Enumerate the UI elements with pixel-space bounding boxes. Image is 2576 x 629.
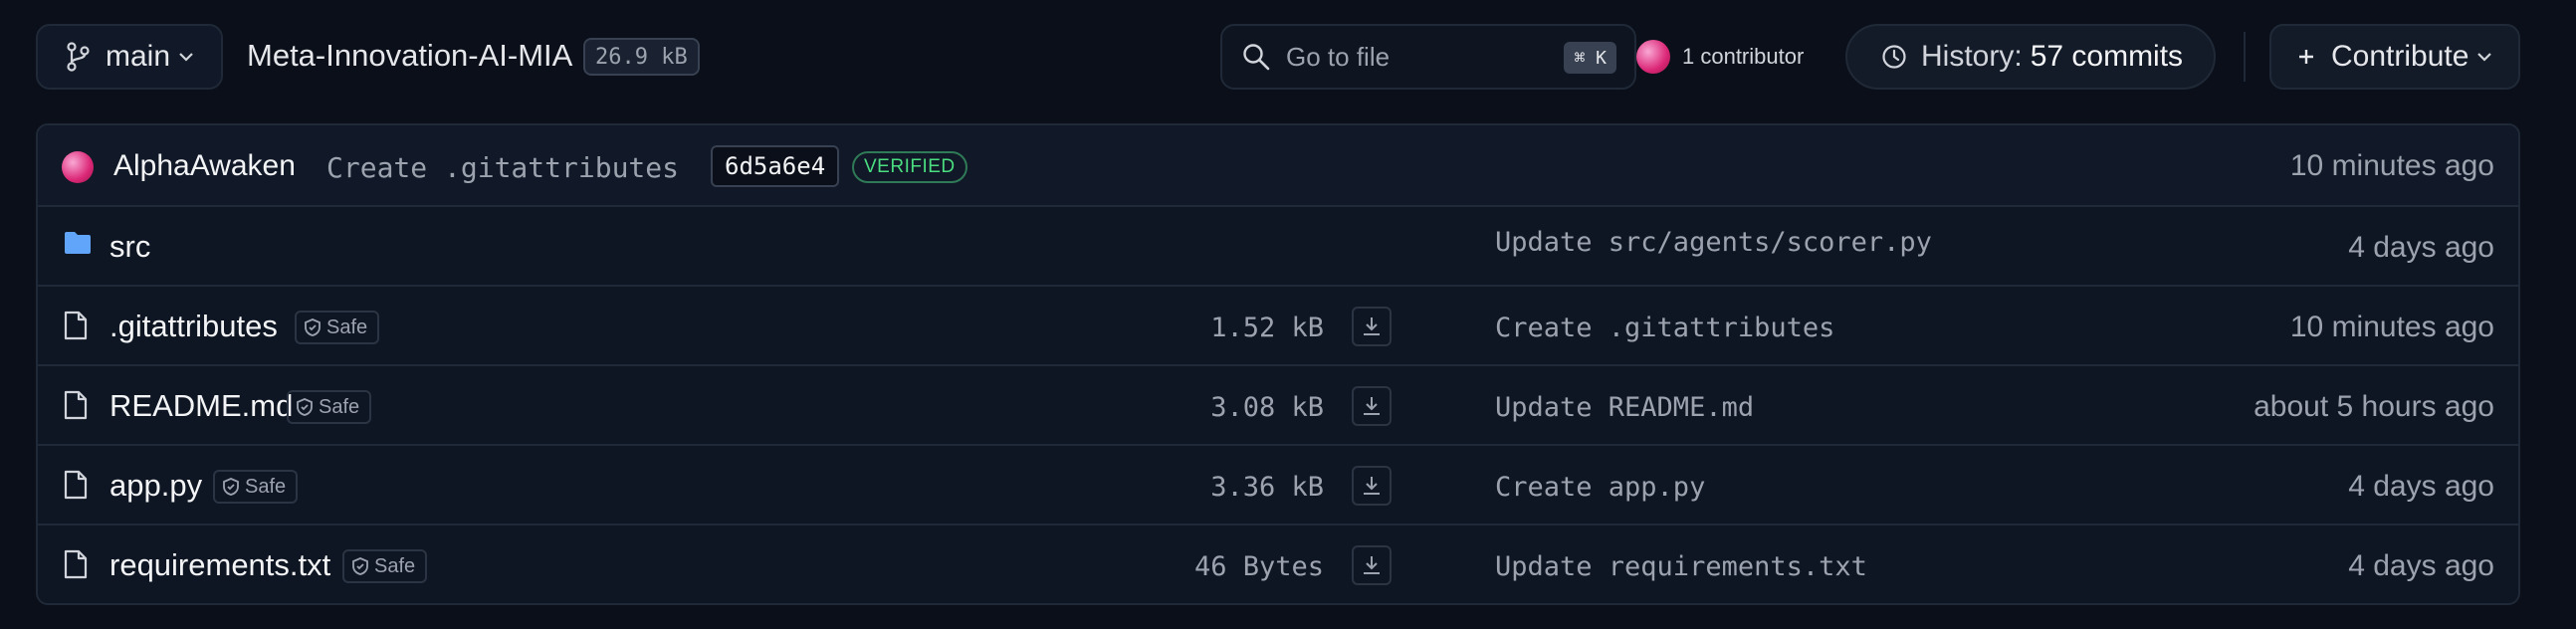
file-name[interactable]: README.md [109,388,293,424]
file-commit-message[interactable]: Update src/agents/scorer.py [1495,227,1932,258]
clock-icon [1882,45,1906,69]
file-size: 1.52 kB [1210,313,1324,343]
search-icon [1243,44,1270,71]
file-icon [64,470,88,500]
commit-time: 10 minutes ago [2289,149,2494,182]
chevron-down-icon [2477,53,2492,62]
repo-name: Meta-Innovation-AI-MIA [247,38,573,73]
safe-badge[interactable]: Safe [213,470,299,504]
download-icon [1364,317,1380,335]
safe-badge[interactable]: Safe [342,549,428,583]
contribute-label: Contribute [2331,40,2469,73]
go-to-file-search[interactable]: Go to file ⌘ K [1220,24,1636,90]
download-button[interactable] [1352,307,1392,346]
plus-icon [2299,50,2313,64]
safe-label: Safe [374,554,416,577]
author-avatar[interactable] [62,151,94,183]
file-size: 3.36 kB [1210,472,1324,503]
file-commit-time: about 5 hours ago [2254,390,2494,423]
file-size: 3.08 kB [1210,392,1324,423]
folder-name[interactable]: src [109,229,150,265]
commit-sha[interactable]: 6d5a6e4 [711,145,840,187]
file-commit-message[interactable]: Update README.md [1495,392,1754,423]
download-icon [1364,556,1380,574]
branch-selector[interactable]: main [36,24,223,90]
shield-icon [223,478,239,496]
toolbar-divider [2244,32,2246,82]
shield-icon [297,398,313,416]
table-row[interactable]: requirements.txt Safe 46 Bytes Update re… [38,525,2518,603]
keyboard-shortcut-badge: ⌘ K [1564,42,1616,74]
shield-icon [305,318,321,336]
chevron-down-icon [179,53,193,62]
download-button[interactable] [1352,545,1392,585]
branch-name: main [106,40,171,73]
history-button[interactable]: History: 57 commits [1845,24,2216,90]
file-commit-time: 4 days ago [2348,549,2494,582]
table-row[interactable]: .gitattributes Safe 1.52 kB Create .gita… [38,287,2518,366]
download-icon [1364,477,1380,495]
git-branch-icon [67,42,90,72]
search-placeholder: Go to file [1286,41,1391,72]
file-name[interactable]: .gitattributes [109,309,278,344]
download-icon [1364,397,1380,415]
commit-author[interactable]: AlphaAwaken [113,149,296,183]
safe-label: Safe [326,315,368,338]
commit-message[interactable]: Create .gitattributes [326,151,679,184]
download-button[interactable] [1352,466,1392,506]
file-commit-time: 10 minutes ago [2289,311,2494,343]
table-row[interactable]: app.py Safe 3.36 kB Create app.py 4 days… [38,446,2518,525]
last-commit-row: AlphaAwaken Create .gitattributes 6d5a6e… [38,125,2518,207]
file-icon [64,549,88,579]
file-name[interactable]: requirements.txt [109,547,330,583]
repo-toolbar: main Meta-Innovation-AI-MIA 26.9 kB Go t… [36,24,2520,92]
file-table: AlphaAwaken Create .gitattributes 6d5a6e… [36,123,2520,605]
file-commit-time: 4 days ago [2348,470,2494,503]
file-icon [64,311,88,340]
table-row[interactable]: README.md Safe 3.08 kB Update README.md … [38,366,2518,446]
safe-label: Safe [319,395,360,418]
file-commit-message[interactable]: Create .gitattributes [1495,313,1834,343]
file-commit-message[interactable]: Update requirements.txt [1495,551,1867,582]
history-count: 57 commits [2030,40,2184,73]
contributor-avatar[interactable] [1636,40,1670,74]
file-commit-message[interactable]: Create app.py [1495,472,1705,503]
repo-size-badge: 26.9 kB [583,38,700,76]
folder-icon [65,232,91,254]
file-name[interactable]: app.py [109,468,202,504]
safe-badge[interactable]: Safe [287,390,372,424]
file-commit-time: 4 days ago [2348,231,2494,264]
table-row[interactable]: src Update src/agents/scorer.py 4 days a… [38,207,2518,287]
download-button[interactable] [1352,386,1392,426]
contribute-button[interactable]: Contribute [2269,24,2520,90]
contributors-link[interactable]: 1 contributor [1682,44,1804,70]
verified-badge: VERIFIED [852,151,967,183]
safe-badge[interactable]: Safe [295,311,380,344]
file-icon [64,390,88,420]
history-label: History: [1921,40,2023,73]
shield-icon [352,557,368,575]
file-size: 46 Bytes [1193,551,1324,582]
safe-label: Safe [245,475,287,498]
